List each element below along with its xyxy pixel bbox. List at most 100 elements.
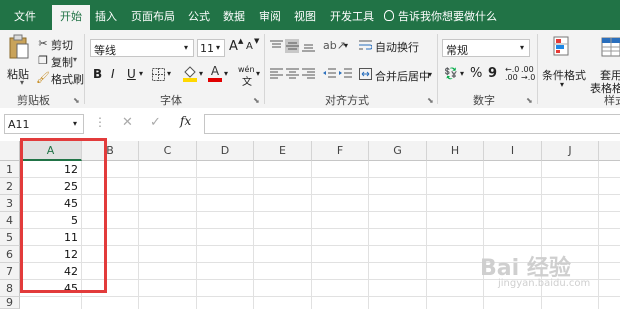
percent-button[interactable]: %: [470, 66, 482, 81]
merge-dropdown-icon[interactable]: ▾: [428, 70, 432, 79]
row-header-9[interactable]: 9: [0, 297, 20, 309]
underline-dropdown-icon[interactable]: ▾: [139, 69, 143, 78]
font-launcher-icon[interactable]: ⬊: [253, 96, 260, 105]
align-bottom-icon[interactable]: [301, 39, 315, 53]
copy-dropdown-icon[interactable]: ▾: [73, 55, 77, 64]
decrease-indent-icon[interactable]: [322, 67, 336, 81]
tell-me-search[interactable]: 告诉我你想要做什么: [384, 8, 497, 24]
cancel-entry-icon[interactable]: ✕: [122, 115, 133, 130]
confirm-entry-icon[interactable]: ✓: [150, 115, 161, 130]
accounting-dropdown-icon[interactable]: ▾: [460, 69, 464, 78]
italic-button[interactable]: I: [111, 67, 115, 81]
paste-icon[interactable]: [6, 34, 32, 60]
tab-insert[interactable]: 插入: [95, 8, 117, 24]
font-name-select[interactable]: 等线 ▾: [90, 39, 194, 57]
row-header-7[interactable]: 7: [0, 263, 20, 280]
align-right-icon[interactable]: [301, 67, 315, 81]
column-header-g[interactable]: G: [369, 141, 427, 161]
row-header-5[interactable]: 5: [0, 229, 20, 246]
alignment-launcher-icon[interactable]: ⬊: [427, 96, 434, 105]
formula-bar: A11 ▾ ⋮ ✕ ✓ fx: [0, 108, 620, 139]
select-all-corner[interactable]: [0, 141, 20, 161]
wrap-text-button[interactable]: 自动换行: [375, 39, 419, 55]
tab-file[interactable]: 文件: [14, 8, 36, 24]
font-group-label: 字体: [160, 94, 182, 107]
font-size-value: 11: [200, 42, 214, 55]
ribbon-home: 粘贴 ▾ ✂ 剪切 ❐ 复制 ▾ 🖌 格式刷 剪贴板 ⬊ 等线 ▾ 11 ▾ A…: [0, 30, 620, 109]
font-name-value: 等线: [94, 44, 116, 57]
copy-button[interactable]: 复制: [51, 54, 73, 70]
align-left-icon[interactable]: [269, 67, 283, 81]
fill-color-icon[interactable]: [182, 64, 198, 82]
font-color-dropdown-icon[interactable]: ▾: [224, 69, 228, 78]
format-painter-button[interactable]: 格式刷: [51, 71, 84, 87]
comma-style-button[interactable]: 9: [488, 66, 497, 81]
column-header-c[interactable]: C: [139, 141, 197, 161]
tab-page-layout[interactable]: 页面布局: [131, 8, 175, 24]
conditional-formatting-icon: [552, 35, 574, 61]
column-header-d[interactable]: D: [197, 141, 254, 161]
accounting-format-icon[interactable]: 💱: [444, 67, 458, 80]
column-header-i[interactable]: I: [484, 141, 542, 161]
number-launcher-icon[interactable]: ⬊: [526, 96, 533, 105]
tab-home[interactable]: 开始: [52, 5, 90, 30]
merge-center-icon: [358, 67, 372, 81]
watermark-url: jingyan.baidu.com: [498, 278, 591, 289]
font-color-icon[interactable]: A: [207, 64, 223, 82]
tab-view[interactable]: 视图: [294, 8, 316, 24]
column-header-j[interactable]: J: [542, 141, 599, 161]
phonetic-guide-char: 文: [242, 77, 252, 88]
caret-up-icon: ▲: [238, 37, 244, 45]
row-header-4[interactable]: 4: [0, 212, 20, 229]
font-color-swatch: [208, 77, 222, 82]
merge-center-button[interactable]: 合并后居中: [375, 68, 430, 84]
paste-button[interactable]: 粘贴: [7, 66, 29, 82]
highlight-box: [20, 138, 107, 293]
conditional-dropdown-icon[interactable]: ▾: [560, 80, 564, 89]
column-header-h[interactable]: H: [427, 141, 484, 161]
column-header-f[interactable]: F: [312, 141, 369, 161]
row-header-1[interactable]: 1: [0, 161, 20, 178]
row-header-3[interactable]: 3: [0, 195, 20, 212]
alignment-group-label: 对齐方式: [325, 94, 369, 107]
ribbon-tab-bar: 文件 开始 插入 页面布局 公式 数据 审阅 视图 开发工具 告诉我你想要做什么: [0, 0, 620, 30]
more-options-icon: ⋮: [94, 115, 106, 129]
tab-formulas[interactable]: 公式: [188, 8, 210, 24]
paste-dropdown-icon[interactable]: ▾: [20, 78, 24, 87]
insert-function-button[interactable]: fx: [180, 114, 191, 128]
row-header-2[interactable]: 2: [0, 178, 20, 195]
chevron-down-icon: ▾: [520, 43, 525, 52]
row-header-6[interactable]: 6: [0, 246, 20, 263]
tab-developer[interactable]: 开发工具: [330, 8, 374, 24]
bold-button[interactable]: B: [93, 67, 102, 81]
decrease-decimal-button[interactable]: .00 →.0: [521, 66, 535, 82]
border-icon[interactable]: [151, 67, 165, 81]
name-box[interactable]: A11 ▾: [4, 114, 84, 134]
underline-button[interactable]: U: [127, 67, 136, 81]
caret-down-icon: ▼: [254, 37, 260, 45]
fill-color-dropdown-icon[interactable]: ▾: [199, 69, 203, 78]
column-header-k[interactable]: [599, 141, 620, 161]
align-middle-icon[interactable]: [285, 39, 299, 53]
align-center-icon[interactable]: [285, 67, 299, 81]
tab-review[interactable]: 审阅: [259, 8, 281, 24]
increase-indent-icon[interactable]: [338, 67, 352, 81]
tab-data[interactable]: 数据: [223, 8, 245, 24]
increase-decimal-button[interactable]: ←.0.00: [505, 66, 519, 82]
clipboard-launcher-icon[interactable]: ⬊: [73, 96, 80, 105]
wrap-text-icon: [358, 38, 372, 52]
orientation-icon[interactable]: ab↗: [323, 39, 346, 52]
align-top-icon[interactable]: [269, 39, 283, 53]
border-dropdown-icon[interactable]: ▾: [167, 69, 171, 78]
column-header-e[interactable]: E: [254, 141, 312, 161]
font-size-select[interactable]: 11 ▾: [197, 39, 225, 57]
orientation-dropdown-icon[interactable]: ▾: [344, 41, 348, 50]
row-header-8[interactable]: 8: [0, 280, 20, 297]
number-group-label: 数字: [473, 94, 495, 107]
cut-button[interactable]: 剪切: [51, 37, 73, 53]
grow-font-icon[interactable]: A: [229, 39, 238, 54]
shrink-font-icon[interactable]: A: [246, 41, 253, 52]
number-format-select[interactable]: 常规 ▾: [442, 39, 530, 57]
phonetic-dropdown-icon[interactable]: ▾: [256, 69, 260, 78]
formula-input[interactable]: [204, 114, 620, 134]
